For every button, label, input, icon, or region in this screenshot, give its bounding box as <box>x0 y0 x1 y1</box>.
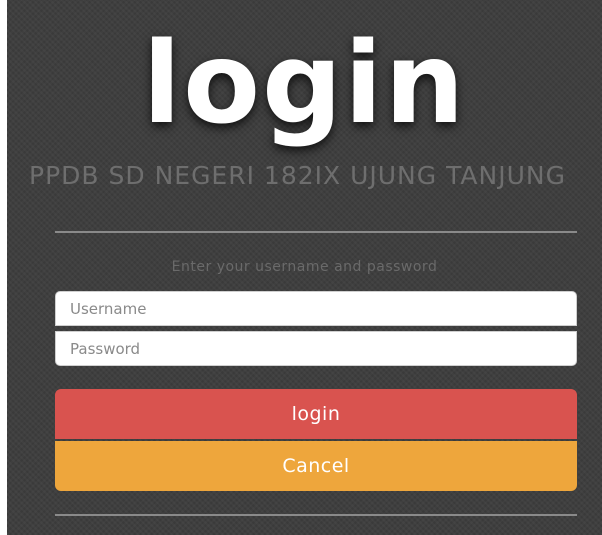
bottom-divider <box>55 514 577 516</box>
login-button[interactable]: login <box>55 389 577 439</box>
page-title: login <box>142 19 467 149</box>
top-divider <box>55 231 577 233</box>
username-input[interactable] <box>55 291 577 326</box>
login-panel: login PPDB SD NEGERI 182IX UJUNG TANJUNG… <box>7 0 602 535</box>
cancel-button[interactable]: Cancel <box>55 441 577 491</box>
password-input[interactable] <box>55 331 577 366</box>
school-subtitle: PPDB SD NEGERI 182IX UJUNG TANJUNG <box>29 161 566 190</box>
login-instruction: Enter your username and password <box>171 259 438 275</box>
